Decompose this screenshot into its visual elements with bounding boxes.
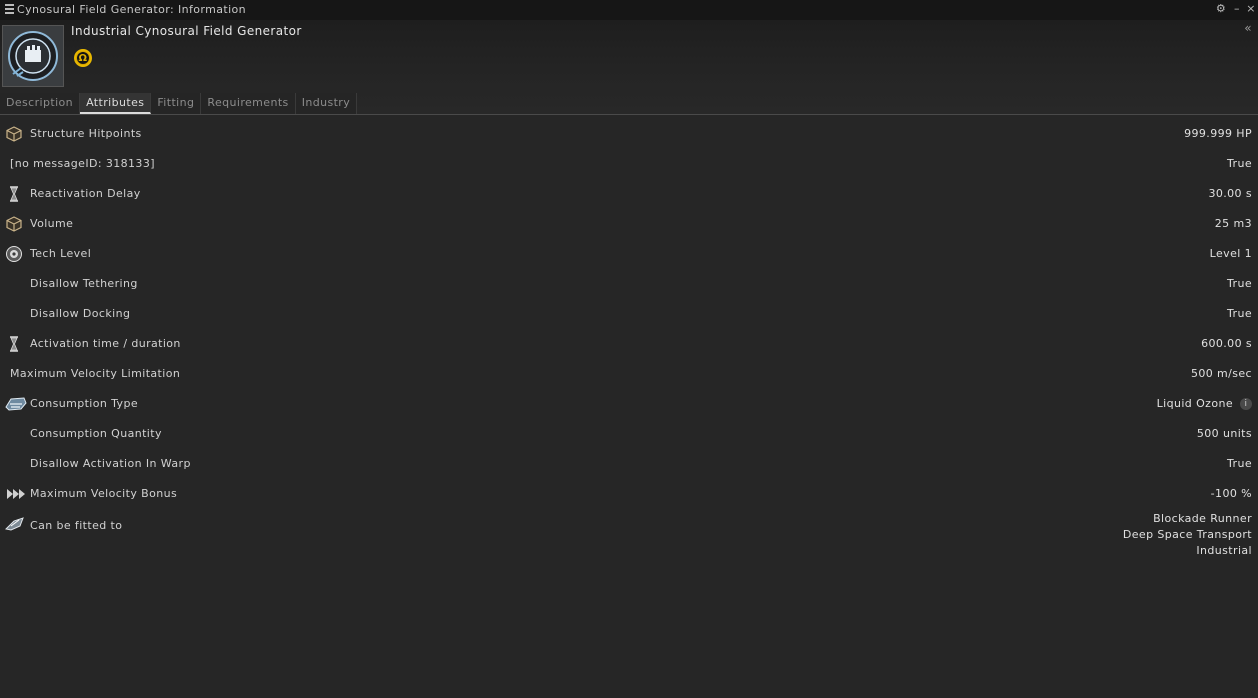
attribute-row-reactivation-delay[interactable]: Reactivation Delay 30.00 s (0, 179, 1258, 209)
attribute-row-structure-hitpoints[interactable]: Structure Hitpoints 999.999 HP (0, 119, 1258, 149)
tech-level-icon (5, 245, 23, 263)
cube-icon (5, 215, 23, 233)
title-bar: Cynosural Field Generator: Information ⚙… (0, 0, 1258, 20)
attribute-value: Liquid Ozone i (1157, 397, 1252, 410)
close-button[interactable]: × (1245, 2, 1257, 15)
attribute-row-disallow-activation-in-warp[interactable]: Disallow Activation In Warp True (0, 449, 1258, 479)
attribute-value: Level 1 (1209, 247, 1252, 260)
attribute-value: 999.999 HP (1184, 127, 1252, 140)
attribute-label: Consumption Type (30, 397, 139, 410)
attribute-list: Structure Hitpoints 999.999 HP [no messa… (0, 119, 1258, 559)
tab-attributes[interactable]: Attributes (80, 93, 152, 114)
fitted-ship-group[interactable]: Blockade Runner (1123, 511, 1252, 527)
attribute-label: Activation time / duration (30, 337, 181, 350)
ship-icon (4, 515, 24, 533)
window-title: Cynosural Field Generator: Information (17, 3, 247, 16)
attribute-value: Blockade Runner Deep Space Transport Ind… (1123, 511, 1252, 559)
tab-industry[interactable]: Industry (295, 93, 358, 114)
fitted-ship-group[interactable]: Industrial (1123, 543, 1252, 559)
tab-description[interactable]: Description (0, 93, 81, 114)
item-icon[interactable] (2, 25, 64, 87)
attribute-value: 30.00 s (1208, 187, 1252, 200)
fuel-icon (5, 395, 27, 413)
tab-divider (0, 114, 1258, 115)
attribute-row-volume[interactable]: Volume 25 m3 (0, 209, 1258, 239)
attribute-label: Disallow Tethering (30, 277, 138, 290)
hourglass-icon (5, 185, 23, 203)
attribute-row-disallow-tethering[interactable]: Disallow Tethering True (0, 269, 1258, 299)
attribute-value: 500 m/sec (1190, 367, 1252, 380)
fitted-ship-group[interactable]: Deep Space Transport (1123, 527, 1252, 543)
attribute-label: Reactivation Delay (30, 187, 141, 200)
attribute-value: 25 m3 (1214, 217, 1252, 230)
attribute-label: Maximum Velocity Limitation (10, 367, 181, 380)
attribute-label: Maximum Velocity Bonus (30, 487, 178, 500)
tab-bar: Description Attributes Fitting Requireme… (0, 93, 358, 114)
attribute-row-no-message-id[interactable]: [no messageID: 318133] True (0, 149, 1258, 179)
attribute-row-consumption-quantity[interactable]: Consumption Quantity 500 units (0, 419, 1258, 449)
attribute-value: True (1227, 457, 1252, 470)
attribute-row-activation-time[interactable]: Activation time / duration 600.00 s (0, 329, 1258, 359)
attribute-row-disallow-docking[interactable]: Disallow Docking True (0, 299, 1258, 329)
attribute-label: Can be fitted to (30, 519, 123, 532)
consumption-type-value[interactable]: Liquid Ozone (1157, 397, 1233, 410)
attribute-value: 500 units (1196, 427, 1252, 440)
info-icon[interactable]: i (1240, 398, 1252, 410)
settings-icon[interactable]: ⚙ (1215, 2, 1227, 15)
attribute-row-tech-level[interactable]: Tech Level Level 1 (0, 239, 1258, 269)
attribute-row-max-velocity-bonus[interactable]: Maximum Velocity Bonus -100 % (0, 479, 1258, 509)
attribute-row-consumption-type[interactable]: Consumption Type Liquid Ozone i (0, 389, 1258, 419)
attribute-value: True (1227, 277, 1252, 290)
attribute-label: Tech Level (30, 247, 92, 260)
attribute-label: Volume (30, 217, 74, 230)
tab-fitting[interactable]: Fitting (151, 93, 202, 114)
minimize-button[interactable]: – (1231, 2, 1243, 15)
menu-icon[interactable] (5, 4, 14, 14)
attribute-value: True (1227, 307, 1252, 320)
attribute-label: Disallow Activation In Warp (30, 457, 191, 470)
attribute-value: -100 % (1210, 487, 1252, 500)
collapse-icon[interactable]: « (1244, 21, 1252, 35)
attribute-label: [no messageID: 318133] (10, 157, 155, 170)
omega-icon: Ω (74, 49, 92, 67)
attribute-label: Consumption Quantity (30, 427, 162, 440)
attribute-label: Disallow Docking (30, 307, 131, 320)
hourglass-icon (5, 335, 23, 353)
attribute-label: Structure Hitpoints (30, 127, 142, 140)
attribute-value: 600.00 s (1201, 337, 1252, 350)
tab-requirements[interactable]: Requirements (201, 93, 296, 114)
attribute-row-can-be-fitted-to[interactable]: Can be fitted to Blockade Runner Deep Sp… (0, 509, 1258, 559)
velocity-icon (5, 485, 25, 503)
attribute-row-max-velocity-limitation[interactable]: Maximum Velocity Limitation 500 m/sec (0, 359, 1258, 389)
item-name: Industrial Cynosural Field Generator (71, 24, 302, 38)
cube-icon (5, 125, 23, 143)
attribute-value: True (1227, 157, 1252, 170)
